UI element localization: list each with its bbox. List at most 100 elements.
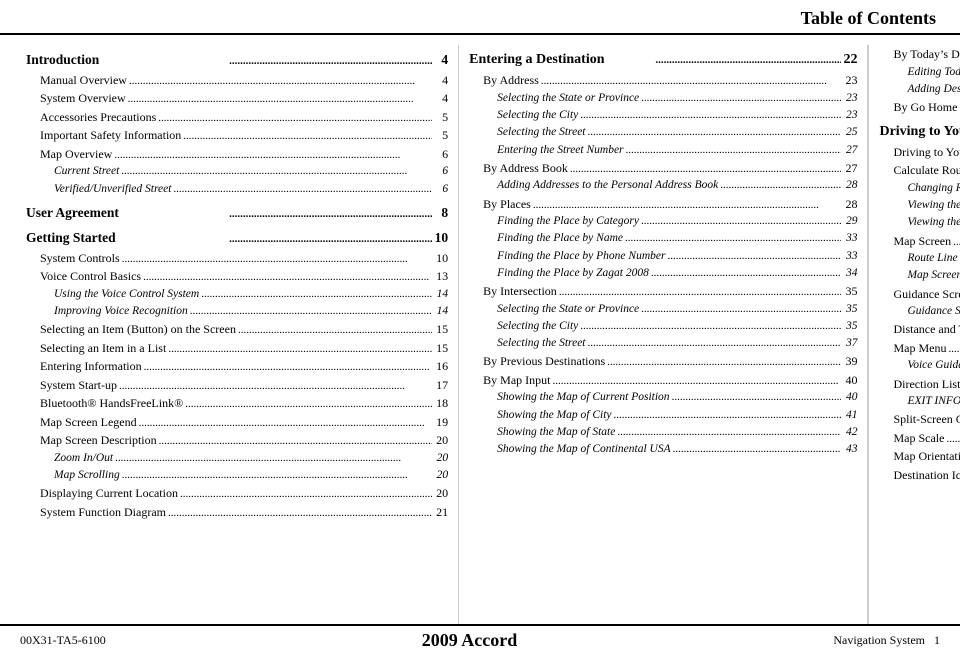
toc-entry-title: Map Screen Description [26,431,157,449]
toc-entry-title: Route Line [879,250,957,267]
toc-entry-title: System Overview [26,89,126,107]
toc-column-3: By Today’s Destinations ................… [868,45,960,624]
toc-entry-title: Bluetooth® HandsFreeLink® [26,394,183,412]
toc-entry-page: 29 [841,213,857,230]
toc-entry: Showing the Map of Current Position ....… [469,389,857,406]
toc-entry-title: Map Scale [879,429,944,447]
toc-entry-title: Selecting the State or Province [469,90,639,107]
toc-entry-page: 18 [432,394,448,412]
toc-entry: Map Screen .............................… [879,232,960,251]
toc-entry-page: 15 [432,320,448,338]
toc-entry: By Intersection ........................… [469,282,857,301]
toc-entry-title: Guidance Screen Legend [879,303,960,320]
toc-entry-page: 21 [432,503,448,521]
toc-entry-page: 28 [841,177,857,194]
toc-entry-title: By Places [469,195,531,213]
toc-entry-title: Selecting the Street [469,124,585,141]
toc-entry: Calculate Route to Screen ..............… [879,161,960,180]
toc-entry-title: Map Screen Legend [879,267,960,284]
toc-entry: Viewing the Routes .....................… [879,197,960,214]
toc-entry-page: 6 [432,181,448,198]
toc-entry-title: Manual Overview [26,71,127,89]
toc-entry: By Address .............................… [469,71,857,90]
toc-entry: Guidance Screen ........................… [879,285,960,304]
toc-entry-title: Selecting the City [469,318,578,335]
toc-entry: Entering the Street Number .............… [469,142,857,159]
toc-entry-page: 10 [432,249,448,267]
section-heading: Getting Started ........................… [26,228,448,248]
toc-entry: Adding Destinations to the List ........… [879,81,960,98]
toc-entry-title: Entering Information [26,357,142,375]
toc-entry-page: 20 [432,431,448,449]
toc-column-2: Entering a Destination .................… [459,45,868,624]
toc-entry-title: By Today’s Destinations [879,45,960,63]
toc-entry: System Controls ........................… [26,249,448,268]
toc-entry-title: By Address Book [469,159,568,177]
toc-entry-title: Accessories Precautions [26,108,156,126]
toc-entry-title: Voice Guidance Prompts [879,357,960,374]
toc-entry: Important Safety Information ...........… [26,126,448,145]
toc-entry-title: Finding the Place by Category [469,213,639,230]
toc-entry-title: By Previous Destinations [469,352,605,370]
toc-entry: Distance and Time to Destination .......… [879,320,960,339]
footer-model: 2009 Accord [106,630,834,651]
toc-entry-title: Showing the Map of Current Position [469,389,669,406]
toc-entry-page: 39 [841,352,857,370]
toc-entry: Bluetooth® HandsFreeLink® ..............… [26,394,448,413]
toc-column-1: Introduction ...........................… [16,45,459,624]
toc-entry-page: 42 [841,424,857,441]
toc-entry: EXIT INFO (Freeway Exit Information) ...… [879,393,960,410]
toc-entry-title: Zoom In/Out [26,450,113,467]
toc-entry-title: Guidance Screen [879,285,960,303]
toc-entry-page: 34 [841,265,857,282]
toc-entry-title: Selecting an Item in a List [26,339,166,357]
toc-entry-title: Changing Routing Method [879,180,960,197]
toc-entry-title: Distance and Time to Destination [879,320,960,338]
toc-entry: Map Scale ..............................… [879,429,960,448]
toc-entry-title: Selecting the Street [469,335,585,352]
toc-entry-page: 25 [841,124,857,141]
toc-entry-title: By Map Input [469,371,550,389]
toc-entry-title: By Intersection [469,282,557,300]
toc-entry: Voice Control Basics ...................… [26,267,448,286]
toc-entry: Current Street .........................… [26,163,448,180]
toc-entry-title: Selecting the State or Province [469,301,639,318]
toc-entry: Selecting the City .....................… [469,318,857,335]
toc-entry-title: Viewing the Destination Map [879,214,960,231]
page-footer: 00X31-TA5-6100 2009 Accord Navigation Sy… [0,624,960,655]
toc-entry-title: Adding Destinations to the List [879,81,960,98]
toc-entry: By Places ..............................… [469,195,857,214]
toc-entry-page: 17 [432,376,448,394]
toc-entry: Selecting an Item (Button) on the Screen… [26,320,448,339]
toc-entry: Map Screen Description .................… [26,431,448,450]
toc-entry: Guidance Screen Legend .................… [879,303,960,320]
toc-entry: By Address Book ........................… [469,159,857,178]
toc-entry-page: 35 [841,301,857,318]
section-heading-title: Entering a Destination [469,50,653,70]
toc-entry-title: Finding the Place by Zagat 2008 [469,265,649,282]
toc-entry-page: 37 [841,335,857,352]
toc-entry-page: 27 [841,159,857,177]
toc-entry-page: 41 [841,407,857,424]
toc-entry-title: Important Safety Information [26,126,181,144]
toc-entry-title: By Address [469,71,539,89]
toc-entry-page: 14 [432,303,448,320]
toc-entry-title: Map Overview [26,145,112,163]
toc-entry: Showing the Map of State ...............… [469,424,857,441]
toc-entry: Direction List .........................… [879,375,960,394]
toc-entry-page: 23 [841,71,857,89]
footer-part-number: 00X31-TA5-6100 [20,633,106,648]
toc-entry-title: Destination Icon [879,466,960,484]
toc-entry: Selecting an Item in a List ............… [26,339,448,358]
toc-entry: System Overview ........................… [26,89,448,108]
toc-entry-page: 6 [432,145,448,163]
toc-entry: Editing Today’s Destinations List...44 [879,64,960,81]
toc-entry-page: 4 [432,71,448,89]
toc-entry-page: 5 [432,126,448,144]
toc-entry-page: 33 [841,248,857,265]
toc-entry-title: Split-Screen Guidance [879,410,960,428]
toc-entry-page: 19 [432,413,448,431]
toc-entry-title: Using the Voice Control System [26,286,199,303]
toc-entry: Finding the Place by Zagat 2008 ........… [469,265,857,282]
toc-entry: Verified/Unverified Street .............… [26,181,448,198]
